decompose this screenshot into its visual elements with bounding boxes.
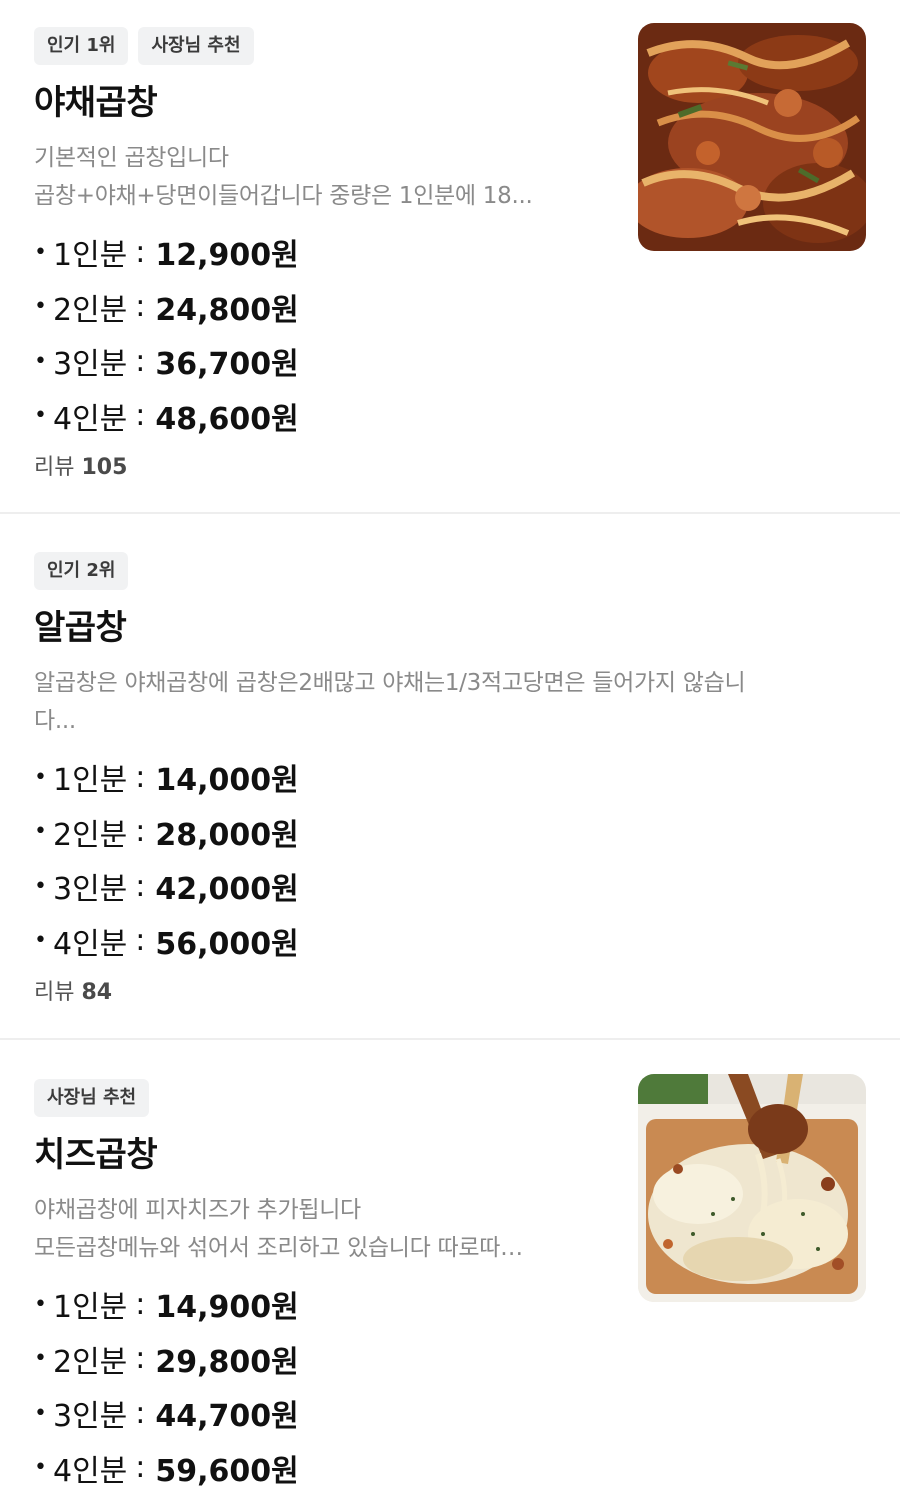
menu-description: 야채곱창에 피자치즈가 추가됩니다 모든곱창메뉴와 섞어서 조리하고 있습니다 … — [34, 1191, 624, 1267]
portion-label: 1인분 — [52, 763, 128, 799]
menu-item-cheese-gopchang[interactable]: 사장님 추천 치즈곱창 야채곱창에 피자치즈가 추가됩니다 모든곱창메뉴와 섞어… — [0, 1040, 900, 1491]
owner-pick-badge: 사장님 추천 — [34, 1079, 150, 1117]
portion-label: 3인분 — [52, 1399, 128, 1435]
menu-name: 야채곱창 — [34, 83, 158, 123]
colon: : — [135, 343, 146, 379]
menu-description: 알곱창은 야채곱창에 곱창은2배많고 야채는1/3적고당면은 들어가지 않습니 … — [34, 664, 866, 740]
price-row: • 4인분 : 56,000원 — [34, 914, 866, 969]
menu-item-al-gopchang[interactable]: 인기 2위 알곱창 알곱창은 야채곱창에 곱창은2배많고 야채는1/3적고당면은… — [0, 514, 900, 1040]
colon: : — [135, 234, 146, 270]
portion-label: 4인분 — [52, 401, 128, 437]
price-amount: 12,900원 — [155, 238, 299, 274]
price-amount: 44,700원 — [155, 1399, 299, 1435]
bullet: • — [34, 764, 47, 790]
bullet: • — [34, 348, 47, 374]
price-amount: 29,800원 — [155, 1344, 299, 1380]
colon: : — [135, 398, 146, 434]
portion-label: 1인분 — [52, 238, 128, 274]
bullet: • — [34, 1455, 47, 1481]
menu-item-text: 사장님 추천 치즈곱창 야채곱창에 피자치즈가 추가됩니다 모든곱창메뉴와 섞어… — [34, 1079, 624, 1491]
colon: : — [135, 1450, 146, 1486]
description-line: 모든곱창메뉴와 섞어서 조리하고 있습니다 따로따… — [34, 1235, 523, 1261]
colon: : — [135, 923, 146, 959]
description-line: 야채곱창에 피자치즈가 추가됩니다 — [34, 1197, 361, 1223]
colon: : — [135, 759, 146, 795]
price-amount: 42,000원 — [155, 872, 299, 908]
portion-label: 2인분 — [52, 817, 128, 853]
price-amount: 36,700원 — [155, 347, 299, 383]
price-row: • 2인분 : 24,800원 — [34, 280, 624, 335]
menu-photo-cheese-gopchang[interactable] — [638, 1074, 866, 1302]
price-amount: 48,600원 — [155, 401, 299, 437]
portion-label: 1인분 — [52, 1290, 128, 1326]
menu-name: 치즈곱창 — [34, 1135, 158, 1175]
review-label: 리뷰 — [34, 980, 75, 1005]
portion-label: 3인분 — [52, 872, 128, 908]
menu-item-text: 인기 2위 알곱창 알곱창은 야채곱창에 곱창은2배많고 야채는1/3적고당면은… — [34, 552, 866, 1008]
price-row: • 1인분 : 14,900원 — [34, 1277, 624, 1332]
price-list: • 1인분 : 14,900원 • 2인분 : 29,800원 • 3인분 : … — [34, 1277, 624, 1491]
price-row: • 1인분 : 14,000원 — [34, 750, 866, 805]
price-row: • 4인분 : 48,600원 — [34, 389, 624, 444]
price-row: • 1인분 : 12,900원 — [34, 225, 624, 280]
bullet: • — [34, 928, 47, 954]
badge-group: 인기 2위 — [34, 552, 866, 590]
colon: : — [135, 1341, 146, 1377]
bullet: • — [34, 1400, 47, 1426]
popularity-badge: 인기 1위 — [34, 27, 129, 65]
review-count: 리뷰 84 — [34, 978, 866, 1008]
menu-description: 기본적인 곱창입니다 곱창+야채+당면이들어갑니다 중량은 1인분에 18... — [34, 139, 624, 215]
colon: : — [135, 868, 146, 904]
menu-item-text: 인기 1위 사장님 추천 야채곱창 기본적인 곱창입니다 곱창+야채+당면이들어… — [34, 27, 624, 483]
portion-label: 4인분 — [52, 1453, 128, 1489]
portion-label: 4인분 — [52, 926, 128, 962]
price-list: • 1인분 : 12,900원 • 2인분 : 24,800원 • 3인분 : … — [34, 225, 624, 443]
bullet: • — [34, 1346, 47, 1372]
bullet: • — [34, 239, 47, 265]
price-amount: 14,000원 — [155, 763, 299, 799]
review-number: 84 — [81, 980, 113, 1005]
colon: : — [135, 814, 146, 850]
price-row: • 4인분 : 59,600원 — [34, 1441, 624, 1491]
description-line: 알곱창은 야채곱창에 곱창은2배많고 야채는1/3적고당면은 들어가지 않습니 — [34, 670, 746, 696]
colon: : — [135, 1395, 146, 1431]
menu-photo-yachae-gopchang[interactable] — [638, 23, 866, 251]
review-number: 105 — [81, 455, 128, 480]
bullet: • — [34, 1291, 47, 1317]
review-label: 리뷰 — [34, 455, 75, 480]
menu-item-yachae-gopchang[interactable]: 인기 1위 사장님 추천 야채곱창 기본적인 곱창입니다 곱창+야채+당면이들어… — [0, 0, 900, 514]
owner-pick-badge: 사장님 추천 — [138, 27, 254, 65]
price-list: • 1인분 : 14,000원 • 2인분 : 28,000원 • 3인분 : … — [34, 750, 866, 968]
badge-group: 사장님 추천 — [34, 1079, 624, 1117]
price-row: • 2인분 : 29,800원 — [34, 1332, 624, 1387]
portion-label: 2인분 — [52, 1344, 128, 1380]
colon: : — [135, 1286, 146, 1322]
price-amount: 59,600원 — [155, 1453, 299, 1489]
review-count: 리뷰 105 — [34, 453, 624, 483]
price-amount: 14,900원 — [155, 1290, 299, 1326]
portion-label: 2인분 — [52, 292, 128, 328]
price-row: • 3인분 : 36,700원 — [34, 334, 624, 389]
price-amount: 28,000원 — [155, 817, 299, 853]
colon: : — [135, 289, 146, 325]
price-row: • 3인분 : 42,000원 — [34, 859, 866, 914]
price-amount: 56,000원 — [155, 926, 299, 962]
price-row: • 3인분 : 44,700원 — [34, 1386, 624, 1441]
portion-label: 3인분 — [52, 347, 128, 383]
menu-name: 알곱창 — [34, 608, 127, 648]
bullet: • — [34, 403, 47, 429]
popularity-badge: 인기 2위 — [34, 552, 129, 590]
menu-list: 인기 1위 사장님 추천 야채곱창 기본적인 곱창입니다 곱창+야채+당면이들어… — [0, 0, 900, 1491]
bullet: • — [34, 819, 47, 845]
description-line: 곱창+야채+당면이들어갑니다 중량은 1인분에 18... — [34, 183, 533, 209]
bullet: • — [34, 873, 47, 899]
bullet: • — [34, 294, 47, 320]
description-line: 기본적인 곱창입니다 — [34, 145, 229, 171]
price-row: • 2인분 : 28,000원 — [34, 805, 866, 860]
badge-group: 인기 1위 사장님 추천 — [34, 27, 624, 65]
price-amount: 24,800원 — [155, 292, 299, 328]
description-line: 다... — [34, 708, 76, 734]
